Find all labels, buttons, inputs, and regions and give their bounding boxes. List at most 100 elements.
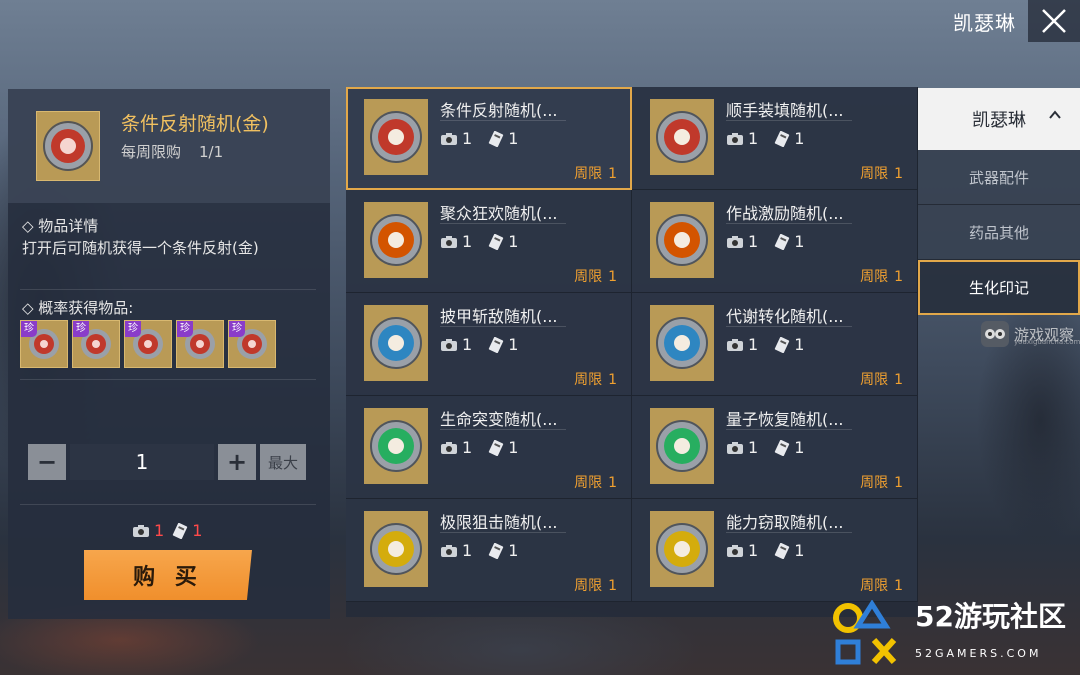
emblem-icon <box>370 523 422 575</box>
close-button[interactable] <box>1028 0 1080 42</box>
item-card[interactable]: 极限狙击随机(... 1 1 周限 1 <box>346 499 632 602</box>
probability-item[interactable]: 珍 <box>228 320 276 368</box>
item-name: 生命突变随机(... <box>440 410 558 429</box>
divider <box>726 326 852 327</box>
ticket-icon <box>775 130 790 147</box>
weekly-limit-label: 周限 <box>574 578 603 594</box>
cost-a-value: 1 <box>462 541 473 560</box>
divider <box>440 532 566 533</box>
weekly-limit-label: 周限 <box>574 269 603 285</box>
divider <box>20 289 316 290</box>
item-header: 条件反射随机(金) 每周限购 1/1 <box>8 89 330 203</box>
weekly-limit-label: 周限 <box>574 372 603 388</box>
cost-a-value: 1 <box>154 521 165 540</box>
ticket-icon <box>775 542 790 559</box>
weekly-limit-value: 1 <box>608 372 617 388</box>
ticket-icon <box>489 542 504 559</box>
weekly-limit-value: 1 <box>608 578 617 594</box>
divider <box>726 223 852 224</box>
item-name: 聚众狂欢随机(... <box>440 204 558 223</box>
item-card[interactable]: 聚众狂欢随机(... 1 1 周限 1 <box>346 190 632 293</box>
item-cost: 1 1 <box>440 335 530 354</box>
weekly-limit: 周限 1 <box>860 472 903 492</box>
item-name: 量子恢复随机(... <box>726 410 844 429</box>
item-card[interactable]: 能力窃取随机(... 1 1 周限 1 <box>632 499 918 602</box>
watermark-52gamers-sub: 52GAMERS.COM <box>915 647 1042 660</box>
increase-button[interactable]: + <box>218 444 256 480</box>
divider <box>440 223 566 224</box>
tab-medicine-other[interactable]: 药品其他 <box>918 205 1080 260</box>
item-card[interactable]: 代谢转化随机(... 1 1 周限 1 <box>632 293 918 396</box>
weekly-limit-value: 1 <box>894 166 903 182</box>
rare-tag: 珍 <box>229 321 245 337</box>
probability-items: 珍 珍 珍 珍 珍 <box>20 320 276 368</box>
weekly-limit-label: 每周限购 <box>121 143 182 161</box>
cost-b-value: 1 <box>508 541 519 560</box>
cost-a-value: 1 <box>462 232 473 251</box>
max-button[interactable]: 最大 <box>260 444 306 480</box>
tab-bio-marks[interactable]: 生化印记 <box>918 260 1080 315</box>
item-cost: 1 1 <box>440 232 530 251</box>
item-name: 代谢转化随机(... <box>726 307 844 326</box>
cost-a-value: 1 <box>748 541 759 560</box>
watermark-subtext: youxiguancha.com <box>1014 338 1080 346</box>
probability-item[interactable]: 珍 <box>176 320 224 368</box>
ticket-icon <box>489 233 504 250</box>
item-card[interactable]: 顺手装填随机(... 1 1 周限 1 <box>632 87 918 190</box>
cost-a-value: 1 <box>748 335 759 354</box>
quantity-stepper: − 1 + 最大 <box>28 444 306 480</box>
weekly-limit-label: 周限 <box>860 578 889 594</box>
item-card[interactable]: 披甲斩敌随机(... 1 1 周限 1 <box>346 293 632 396</box>
weekly-limit: 周限 1 <box>574 369 617 389</box>
item-card[interactable]: 量子恢复随机(... 1 1 周限 1 <box>632 396 918 499</box>
item-card[interactable]: 条件反射随机(... 1 1 周限 1 <box>346 87 632 190</box>
character-dropdown[interactable]: 凯瑟琳 <box>918 88 1080 150</box>
probability-item[interactable]: 珍 <box>20 320 68 368</box>
item-grid-panel: 条件反射随机(... 1 1 周限 1 顺手装填随机(... 1 1 周限 1 <box>346 87 918 617</box>
weekly-limit-label: 周限 <box>860 475 889 491</box>
divider <box>440 429 566 430</box>
item-cost: 1 1 <box>440 129 530 148</box>
divider <box>440 326 566 327</box>
top-bar: 凯瑟琳 <box>953 0 1080 42</box>
details-description: 打开后可随机获得一个条件反射(金) <box>22 239 259 257</box>
emblem-icon <box>656 214 708 266</box>
weekly-limit: 周限 1 <box>574 163 617 183</box>
item-thumbnail <box>364 511 428 587</box>
weekly-limit-value: 1 <box>608 166 617 182</box>
emblem-icon <box>370 214 422 266</box>
ticket-icon <box>489 439 504 456</box>
camera-icon <box>441 441 457 454</box>
tab-weapon-attachments[interactable]: 武器配件 <box>918 150 1080 205</box>
quantity-input[interactable]: 1 <box>70 444 214 480</box>
buy-button[interactable]: 购 买 <box>84 550 252 600</box>
divider <box>726 120 852 121</box>
item-thumbnail <box>650 305 714 381</box>
cost-b-value: 1 <box>794 335 805 354</box>
item-detail-panel: 条件反射随机(金) 每周限购 1/1 ◇ 物品详情 打开后可随机获得一个条件反射(… <box>8 89 330 619</box>
item-card[interactable]: 生命突变随机(... 1 1 周限 1 <box>346 396 632 499</box>
total-cost: 1 1 <box>132 521 206 540</box>
emblem-icon <box>370 420 422 472</box>
emblem-icon <box>370 111 422 163</box>
decrease-button[interactable]: − <box>28 444 66 480</box>
camera-icon <box>727 235 743 248</box>
item-card[interactable]: 作战激励随机(... 1 1 周限 1 <box>632 190 918 293</box>
weekly-limit-value: 1 <box>894 578 903 594</box>
gamepad-logo-icon <box>833 600 897 665</box>
item-thumbnail <box>36 111 100 181</box>
character-dropdown-label: 凯瑟琳 <box>972 110 1026 131</box>
item-thumbnail <box>364 408 428 484</box>
weekly-limit: 周限 1 <box>860 163 903 183</box>
cost-a-value: 1 <box>748 232 759 251</box>
divider <box>440 120 566 121</box>
item-name: 条件反射随机(... <box>440 101 558 120</box>
rare-tag: 珍 <box>21 321 37 337</box>
divider <box>726 532 852 533</box>
probability-item[interactable]: 珍 <box>72 320 120 368</box>
weekly-limit: 周限 1 <box>860 266 903 286</box>
item-cost: 1 1 <box>440 541 530 560</box>
probability-item[interactable]: 珍 <box>124 320 172 368</box>
rare-tag: 珍 <box>73 321 89 337</box>
category-tabs: 凯瑟琳 武器配件 药品其他 生化印记 <box>918 88 1080 315</box>
